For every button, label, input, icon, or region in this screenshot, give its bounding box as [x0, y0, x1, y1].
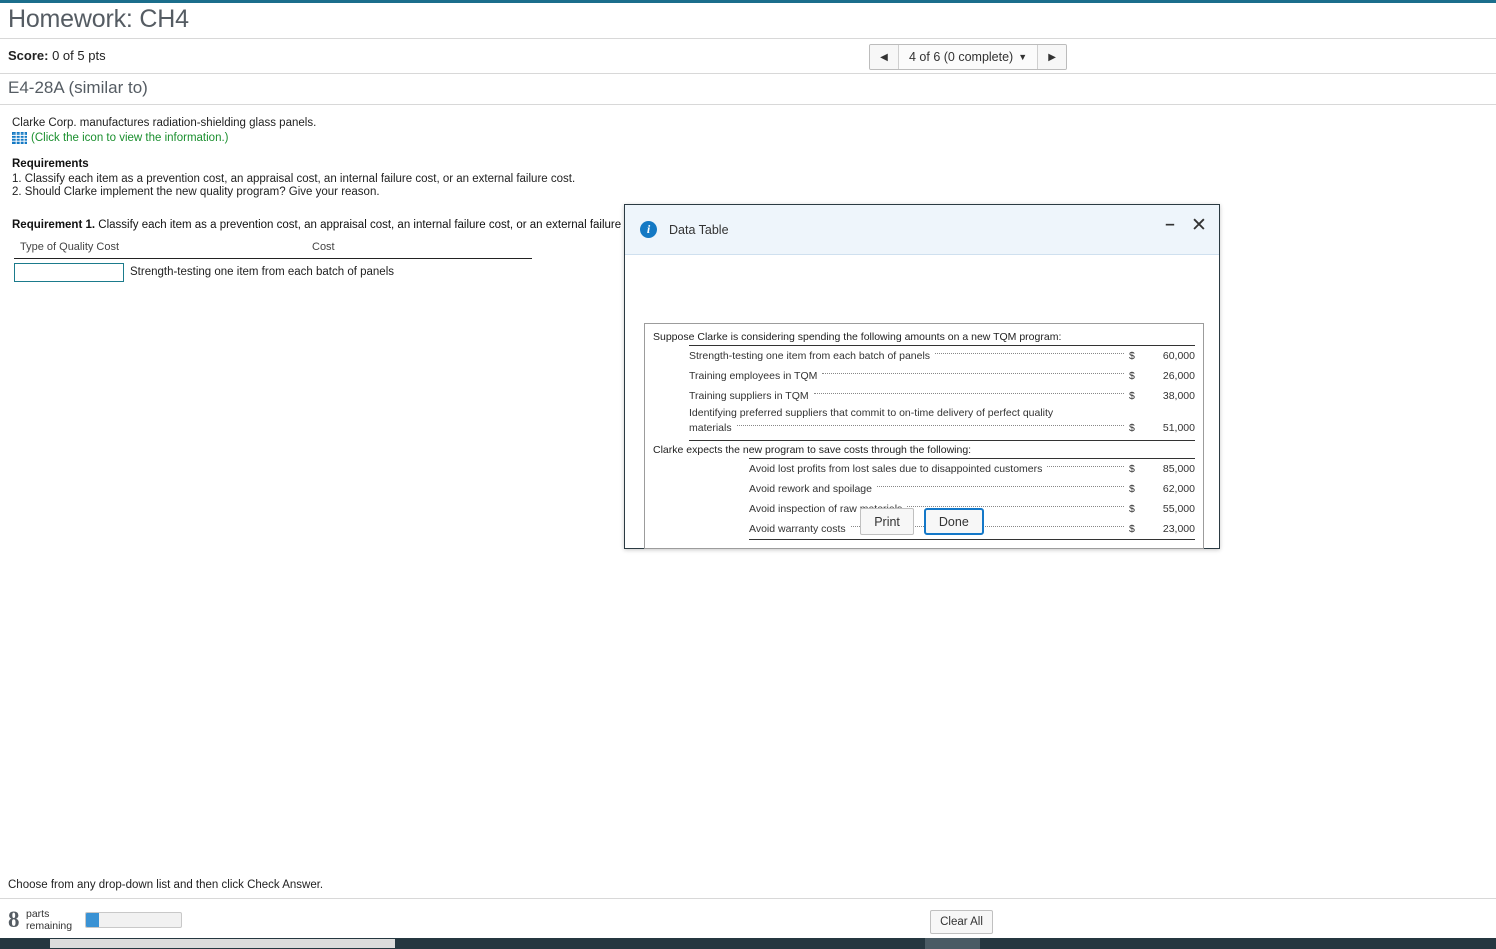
data-table-dialog: i Data Table – ✕ Suppose Clarke is consi…: [624, 204, 1220, 549]
horizontal-scrollbar-thumb[interactable]: [50, 939, 395, 948]
table-row: Strength-testing one item from each batc…: [14, 263, 532, 287]
data-table-link-row[interactable]: (Click the icon to view the information.…: [12, 132, 229, 144]
answer-row-cost-label: Strength-testing one item from each batc…: [130, 266, 395, 278]
section1-caption: Suppose Clarke is considering spending t…: [653, 331, 1062, 343]
exercise-bar: E4-28A (similar to): [0, 74, 1496, 105]
score-bar: Score: 0 of 5 pts ◀ 4 of 6 (0 complete) …: [0, 39, 1496, 74]
pager-next-button[interactable]: ▶: [1037, 45, 1067, 69]
parts-remaining-label-line2: remaining: [26, 919, 73, 932]
close-icon[interactable]: ✕: [1189, 215, 1209, 236]
currency-symbol: $: [1129, 483, 1135, 495]
data-row-value: 51,000: [1162, 422, 1195, 434]
column-header-cost: Cost: [312, 241, 335, 253]
data-row: Avoid lost profits from lost sales due t…: [749, 459, 1195, 479]
section1-bottom-rule: [689, 440, 1195, 441]
currency-symbol: $: [1129, 422, 1135, 434]
currency-symbol: $: [1129, 390, 1135, 402]
dialog-title: Data Table: [669, 222, 729, 237]
score-text: Score: 0 of 5 pts: [8, 48, 106, 63]
taskbar-segment: [925, 938, 980, 949]
data-row-label: Strength-testing one item from each batc…: [689, 350, 931, 362]
pager-label-text: 4 of 6 (0 complete): [909, 50, 1014, 64]
chevron-right-icon: ▶: [1048, 51, 1056, 63]
currency-symbol: $: [1129, 463, 1135, 475]
chevron-left-icon: ◀: [880, 51, 888, 63]
leader-dots: [822, 372, 1124, 374]
question-pager[interactable]: ◀ 4 of 6 (0 complete) ▼ ▶: [869, 44, 1068, 70]
dialog-title-bar: i Data Table – ✕: [625, 205, 1219, 255]
column-header-type-of-quality-cost: Type of Quality Cost: [20, 241, 120, 253]
clear-all-button[interactable]: Clear All: [930, 910, 993, 934]
score-value: 0 of 5 pts: [52, 48, 106, 63]
data-row-value: 26,000: [1162, 370, 1195, 382]
parts-remaining-label: parts remaining: [26, 908, 73, 932]
data-row-label: Training suppliers in TQM: [689, 390, 809, 402]
footer-hint-bar: Choose from any drop-down list and then …: [0, 873, 1496, 899]
currency-symbol: $: [1129, 370, 1135, 382]
data-table-link-text[interactable]: (Click the icon to view the information.…: [31, 132, 229, 144]
data-row-label-line2: materials: [689, 422, 732, 434]
data-row-value: 38,000: [1162, 390, 1195, 402]
exercise-title: E4-28A (similar to): [8, 78, 148, 97]
progress-bar: [85, 912, 182, 928]
done-button[interactable]: Done: [923, 508, 984, 535]
leader-dots: [876, 485, 1124, 487]
score-label: Score:: [8, 48, 49, 63]
data-row-value: 85,000: [1162, 463, 1195, 475]
footer-bar: 8 parts remaining: [0, 899, 1496, 942]
page-title: Homework: CH4: [8, 5, 189, 33]
quality-cost-type-dropdown[interactable]: [14, 263, 124, 282]
info-icon: i: [640, 221, 657, 238]
dialog-button-row: Print Done: [625, 508, 1219, 535]
question-intro: Clarke Corp. manufactures radiation-shie…: [12, 117, 317, 129]
footer-hint-text: Choose from any drop-down list and then …: [8, 879, 324, 891]
data-row: Identifying preferred suppliers that com…: [689, 406, 1195, 436]
leader-dots: [736, 424, 1124, 426]
chevron-down-icon: ▼: [1018, 52, 1028, 62]
data-row: Training employees in TQM $ 26,000: [689, 366, 1195, 386]
section1-rows: Strength-testing one item from each batc…: [689, 345, 1195, 441]
data-row-label: Avoid rework and spoilage: [749, 483, 872, 495]
horizontal-scrollbar[interactable]: [0, 938, 1496, 949]
dialog-body: Suppose Clarke is considering spending t…: [625, 255, 1219, 549]
data-row-label: Avoid lost profits from lost sales due t…: [749, 463, 1043, 475]
currency-symbol: $: [1129, 350, 1135, 362]
requirement-1-prompt-rest: Classify each item as a prevention cost,…: [95, 219, 649, 231]
parts-remaining-count: 8: [8, 907, 20, 932]
data-table-grid-icon[interactable]: [12, 132, 27, 144]
answer-table: Type of Quality Cost Cost Strength-testi…: [14, 241, 532, 287]
data-row: Strength-testing one item from each batc…: [689, 346, 1195, 366]
leader-dots: [813, 392, 1124, 394]
data-row-label-line1: Identifying preferred suppliers that com…: [689, 407, 1054, 419]
print-button[interactable]: Print: [860, 508, 914, 535]
leader-dots: [907, 505, 1124, 507]
answer-table-header: Type of Quality Cost Cost: [14, 241, 532, 259]
data-row-label: Training employees in TQM: [689, 370, 818, 382]
data-row-value: 62,000: [1162, 483, 1195, 495]
progress-bar-fill: [86, 913, 99, 927]
section2-bottom-rule: [749, 539, 1195, 540]
leader-dots: [1047, 465, 1124, 467]
requirement-1-prompt-bold: Requirement 1.: [12, 219, 96, 231]
requirement-1-prompt: Requirement 1. Classify each item as a p…: [12, 219, 649, 231]
minimize-icon[interactable]: –: [1161, 215, 1179, 233]
data-row: Training suppliers in TQM $ 38,000: [689, 386, 1195, 406]
pager-prev-button[interactable]: ◀: [870, 45, 899, 69]
data-row: Avoid rework and spoilage $ 62,000: [749, 479, 1195, 499]
parts-remaining-label-line1: parts: [26, 908, 50, 920]
requirement-item-2: 2. Should Clarke implement the new quali…: [12, 186, 380, 198]
data-row-value: 60,000: [1162, 350, 1195, 362]
requirements-heading: Requirements: [12, 158, 89, 170]
section2-caption: Clarke expects the new program to save c…: [653, 444, 972, 456]
leader-dots: [935, 352, 1124, 354]
page-title-bar: Homework: CH4: [0, 3, 1496, 39]
pager-dropdown[interactable]: 4 of 6 (0 complete) ▼: [899, 45, 1038, 69]
